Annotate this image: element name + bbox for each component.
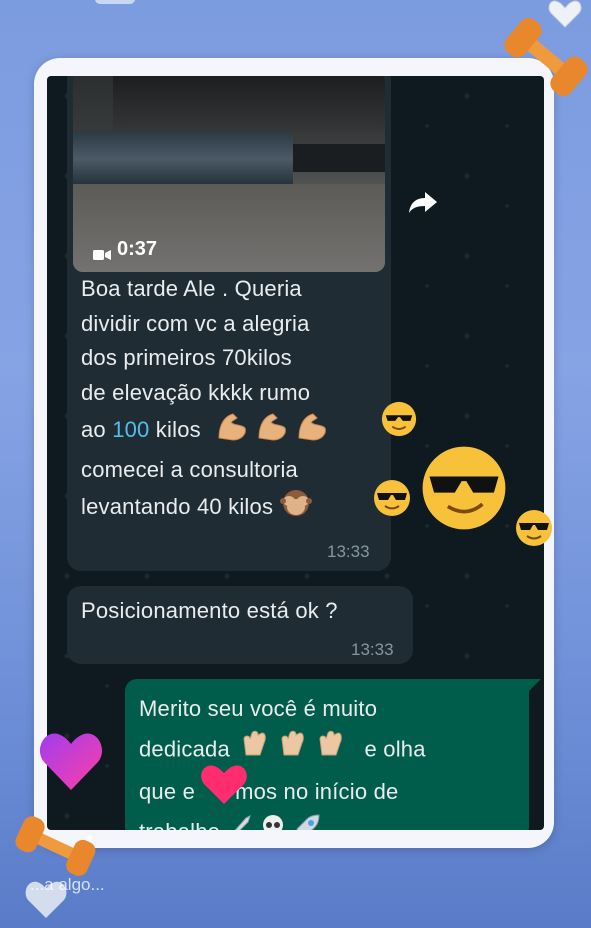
forward-icon[interactable]: [407, 186, 439, 218]
message-line: de elevação kkkk rumo: [81, 379, 311, 405]
message-line: levantando 40 kilos: [81, 487, 335, 530]
dumbbell-sticker-top: [500, 6, 591, 113]
message-line: ao 100 kilos: [81, 410, 335, 453]
outgoing-text-message[interactable]: Merito seu você é muito dedicada e olha …: [125, 679, 529, 830]
video-duration-text: 0:37: [117, 238, 158, 260]
message-timestamp: 13:33: [351, 640, 394, 659]
message-line: dedicada e olha: [139, 729, 426, 772]
knife-emoji: [226, 813, 252, 830]
video-thumbnail[interactable]: 0:37: [73, 76, 385, 272]
message-line: comecei a consultoria: [81, 456, 298, 482]
story-progress-hint: [95, 0, 135, 4]
skull-emoji: [259, 813, 287, 830]
incoming-text-message[interactable]: Posicionamento está ok ? 13:33: [67, 586, 413, 664]
sparkle-decor: ✦: [84, 830, 96, 846]
message-line: que e mos no início de: [139, 779, 399, 804]
sunglasses-face-sticker-small-top: [380, 400, 418, 443]
sunglasses-face-sticker-small-mid: [372, 478, 412, 523]
rocket-emoji: [293, 813, 321, 830]
message-line: Merito seu você é muito: [139, 696, 378, 721]
outgoing-bubble-tail: [529, 679, 541, 691]
message-line: dividir com vc a alegria: [81, 310, 310, 336]
flexed-biceps-emoji: [215, 410, 335, 453]
see-no-evil-monkey-emoji: [279, 487, 313, 530]
message-text: Boa tarde Ale . Queria dividir com vc a …: [81, 272, 335, 530]
incoming-video-message[interactable]: 0:37 Boa tarde Ale . Queria dividir com …: [67, 76, 391, 571]
message-line: dos primeiros 70kilos: [81, 345, 292, 370]
message-line: trabalho: [139, 812, 426, 830]
number-link[interactable]: 100: [112, 417, 149, 442]
clapping-hands-emoji: [240, 729, 354, 772]
message-text: Posicionamento está ok ?: [81, 598, 338, 623]
sunglasses-face-sticker-right: [514, 508, 554, 553]
video-camera-icon: [93, 244, 111, 260]
message-timestamp: 13:33: [327, 542, 370, 561]
video-duration: 0:37: [93, 238, 157, 261]
purple-heart-sticker: [38, 730, 104, 797]
message-line: Boa tarde Ale . Queria: [81, 276, 302, 301]
sunglasses-face-sticker-large: [418, 442, 510, 539]
story-reply-input[interactable]: ...a algo...: [30, 875, 105, 895]
pink-heart-sticker: [200, 764, 248, 811]
message-text: Merito seu você é muito dedicada e olha …: [139, 689, 426, 830]
